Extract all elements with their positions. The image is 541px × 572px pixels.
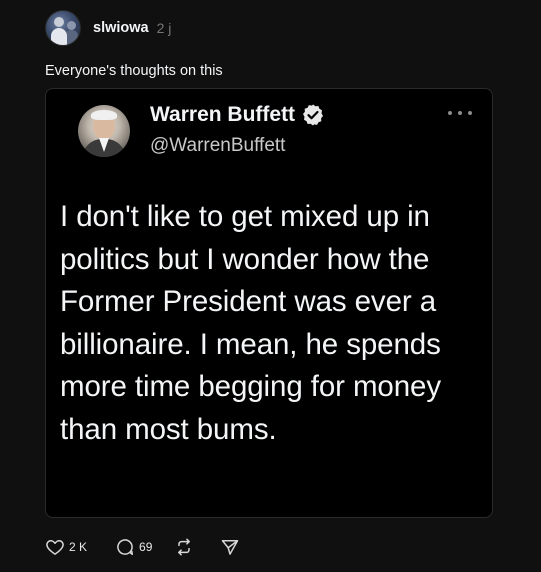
tweet-author-name: Warren Buffett (150, 103, 296, 126)
tweet-author-row: Warren Buffett (150, 103, 325, 127)
repost-button[interactable] (174, 537, 194, 557)
tweet-author-avatar (78, 105, 130, 157)
tweet-author-handle: @WarrenBuffett (150, 135, 286, 156)
post-header: slwiowa 2 j (45, 10, 171, 46)
user-avatar[interactable] (45, 10, 81, 46)
post-actions: 2 K 69 (45, 537, 240, 557)
repost-icon (178, 538, 191, 556)
heart-icon (46, 540, 64, 555)
send-icon (222, 540, 239, 555)
threads-post: slwiowa 2 j Everyone's thoughts on this … (0, 0, 541, 572)
post-username[interactable]: slwiowa (93, 20, 149, 36)
verified-badge-icon (303, 104, 324, 126)
like-count: 2 K (69, 540, 88, 554)
share-button[interactable] (220, 537, 240, 557)
post-caption: Everyone's thoughts on this (45, 63, 223, 79)
post-timestamp[interactable]: 2 j (157, 20, 172, 36)
reply-button[interactable]: 69 (115, 537, 152, 557)
comment-icon (117, 539, 134, 556)
reply-count: 69 (139, 540, 153, 554)
embedded-tweet-image[interactable]: Warren Buffett @WarrenBuffett I don't li… (45, 88, 493, 518)
more-dots-icon (448, 107, 472, 119)
tweet-body-text: I don't like to get mixed up in politics… (60, 200, 441, 446)
like-button[interactable]: 2 K (45, 537, 87, 557)
